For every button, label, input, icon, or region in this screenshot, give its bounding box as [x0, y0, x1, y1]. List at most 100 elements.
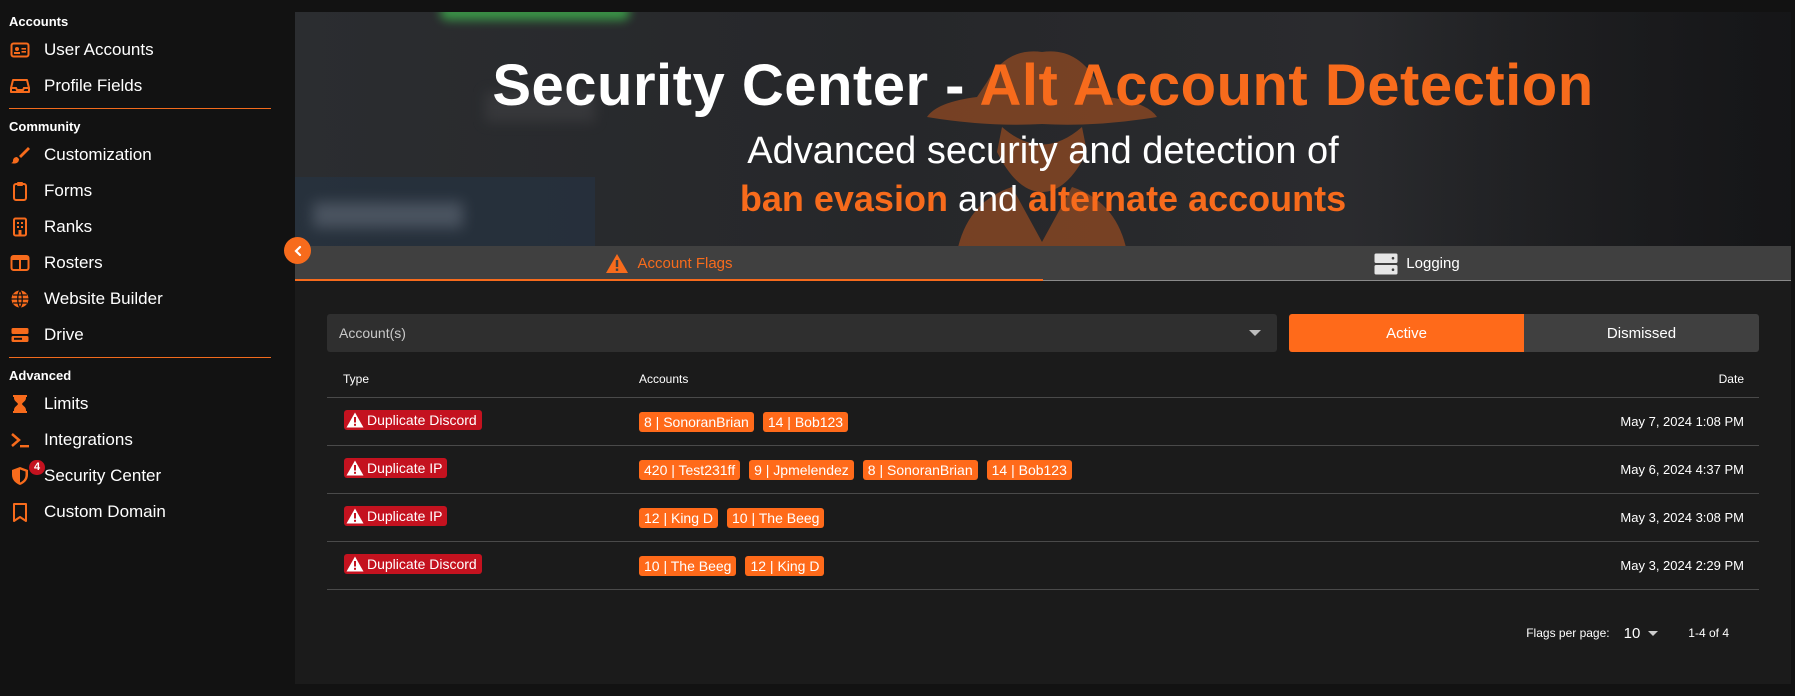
section-title-accounts: Accounts — [9, 14, 69, 29]
table-body: Duplicate Discord 8 | SonoranBrian 14 | Bo… — [327, 398, 1759, 590]
type-cell: Duplicate Discord — [327, 554, 639, 577]
account-chip[interactable]: 10 | The Beeg — [639, 555, 737, 576]
account-chip[interactable]: 420 | Test231ff — [639, 459, 741, 480]
sidebar-item-security-center[interactable]: 4 Security Center — [0, 458, 292, 494]
sidebar-item-integrations[interactable]: Integrations — [0, 422, 292, 458]
warning-icon — [346, 460, 364, 476]
chevron-left-icon — [293, 245, 301, 256]
chevron-down-icon[interactable] — [1648, 630, 1659, 636]
inbox-icon — [9, 76, 30, 97]
flag-type-label: Duplicate IP — [367, 508, 443, 524]
building-icon — [9, 217, 30, 238]
toggle-active-button[interactable]: Active — [1289, 314, 1524, 352]
sidebar-item-label: Profile Fields — [44, 76, 143, 95]
globe-icon — [9, 289, 30, 310]
paintbrush-icon — [9, 145, 30, 166]
sidebar-item-forms[interactable]: Forms — [0, 173, 292, 209]
per-page-select[interactable]: 10 — [1624, 625, 1641, 642]
sidebar-item-ranks[interactable]: Ranks — [0, 209, 292, 245]
notification-badge: 4 — [29, 460, 46, 475]
sidebar-item-label: Custom Domain — [44, 502, 166, 521]
account-chip[interactable]: 14 | Bob123 — [986, 459, 1072, 480]
columns-icon — [9, 253, 30, 274]
account-chip[interactable]: 8 | SonoranBrian — [639, 411, 754, 432]
account-chip[interactable]: 12 | King D — [639, 507, 719, 528]
clipboard-icon — [9, 181, 30, 202]
date-cell: May 3, 2024 2:29 PM — [1620, 558, 1744, 573]
flag-type-badge: Duplicate IP — [344, 506, 448, 526]
sidebar-item-label: Drive — [44, 325, 84, 344]
id-card-icon — [9, 40, 30, 61]
sidebar-item-label: Ranks — [44, 217, 93, 236]
type-cell: Duplicate Discord — [327, 410, 639, 433]
accounts-cell: 10 | The Beeg 12 | King D — [639, 555, 1499, 576]
account-chip[interactable]: 14 | Bob123 — [762, 411, 849, 432]
table-row[interactable]: Duplicate Discord 10 | The Beeg 12 | King … — [327, 542, 1759, 590]
warning-icon — [346, 508, 364, 524]
account-select-placeholder: Account(s) — [339, 325, 406, 341]
table-row[interactable]: Duplicate IP 12 | King D 10 | The Beeg May … — [327, 494, 1759, 542]
server-icon — [9, 325, 30, 346]
date-cell: May 3, 2024 3:08 PM — [1620, 510, 1744, 525]
sidebar-item-drive[interactable]: Drive — [0, 317, 292, 353]
sidebar-item-user-accounts[interactable]: User Accounts — [0, 32, 292, 68]
accounts-cell: 420 | Test231ff 9 | Jpmelendez 8 | Sonoran… — [639, 459, 1499, 480]
account-chip[interactable]: 8 | SonoranBrian — [862, 459, 978, 480]
sidebar-item-label: Security Center — [44, 466, 162, 485]
hourglass-icon — [9, 394, 30, 415]
section-title-advanced: Advanced — [9, 368, 72, 383]
flags-table: Type Accounts Date Duplicate Discord 8 | … — [327, 360, 1759, 590]
pagination-range: 1-4 of 4 — [1688, 626, 1729, 640]
type-cell: Duplicate IP — [327, 458, 639, 481]
status-toggle: Active Dismissed — [1289, 314, 1759, 352]
flag-type-label: Duplicate Discord — [367, 412, 477, 428]
section-divider — [9, 357, 271, 358]
warning-icon — [346, 556, 364, 572]
sidebar-item-label: Customization — [44, 145, 152, 164]
pagination: Flags per page: 10 1-4 of 4 — [327, 618, 1759, 648]
sidebar-item-label: Integrations — [44, 430, 133, 449]
section-title-community: Community — [9, 119, 81, 134]
sidebar-item-label: Forms — [44, 181, 93, 200]
sidebar-item-custom-domain[interactable]: Custom Domain — [0, 494, 292, 530]
account-select[interactable]: Account(s) — [327, 314, 1277, 352]
flag-type-label: Duplicate Discord — [367, 556, 477, 572]
date-cell: May 7, 2024 1:08 PM — [1620, 414, 1744, 429]
flag-type-badge: Duplicate Discord — [344, 410, 482, 430]
flag-type-badge: Duplicate IP — [344, 458, 448, 478]
content-area: Account(s) Active Dismissed Type Account… — [295, 12, 1791, 684]
sidebar-item-website-builder[interactable]: Website Builder — [0, 281, 292, 317]
sidebar-item-label: Website Builder — [44, 289, 163, 308]
flag-type-badge: Duplicate Discord — [344, 554, 482, 574]
column-header-date[interactable]: Date — [1499, 372, 1759, 386]
sidebar-item-limits[interactable]: Limits — [0, 386, 292, 422]
sidebar-item-customization[interactable]: Customization — [0, 137, 292, 173]
sidebar-item-profile-fields[interactable]: Profile Fields — [0, 68, 292, 104]
per-page-label: Flags per page: — [1526, 626, 1610, 640]
accounts-cell: 12 | King D 10 | The Beeg — [639, 507, 1499, 528]
date-cell: May 6, 2024 4:37 PM — [1620, 462, 1744, 477]
collapse-sidebar-button[interactable] — [284, 237, 311, 264]
table-row[interactable]: Duplicate IP 420 | Test231ff 9 | Jpmelende… — [327, 446, 1759, 494]
shield-icon — [9, 466, 30, 487]
sidebar-item-label: User Accounts — [44, 40, 154, 59]
sidebar-item-rosters[interactable]: Rosters — [0, 245, 292, 281]
flag-type-label: Duplicate IP — [367, 460, 443, 476]
type-cell: Duplicate IP — [327, 506, 639, 529]
account-chip[interactable]: 9 | Jpmelendez — [749, 459, 854, 480]
sidebar-item-label: Limits — [44, 394, 89, 413]
section-divider — [9, 108, 271, 109]
account-chip[interactable]: 12 | King D — [745, 555, 825, 576]
warning-icon — [346, 412, 364, 428]
terminal-icon — [9, 430, 30, 451]
accounts-cell: 8 | SonoranBrian 14 | Bob123 — [639, 411, 1499, 432]
bookmark-icon — [9, 502, 30, 523]
toggle-dismissed-button[interactable]: Dismissed — [1524, 314, 1759, 352]
account-chip[interactable]: 10 | The Beeg — [727, 507, 825, 528]
column-header-type[interactable]: Type — [327, 372, 639, 386]
chevron-down-icon — [1249, 330, 1261, 336]
table-header: Type Accounts Date — [327, 360, 1759, 398]
sidebar-item-label: Rosters — [44, 253, 103, 272]
column-header-accounts[interactable]: Accounts — [639, 372, 1499, 386]
table-row[interactable]: Duplicate Discord 8 | SonoranBrian 14 | Bo… — [327, 398, 1759, 446]
